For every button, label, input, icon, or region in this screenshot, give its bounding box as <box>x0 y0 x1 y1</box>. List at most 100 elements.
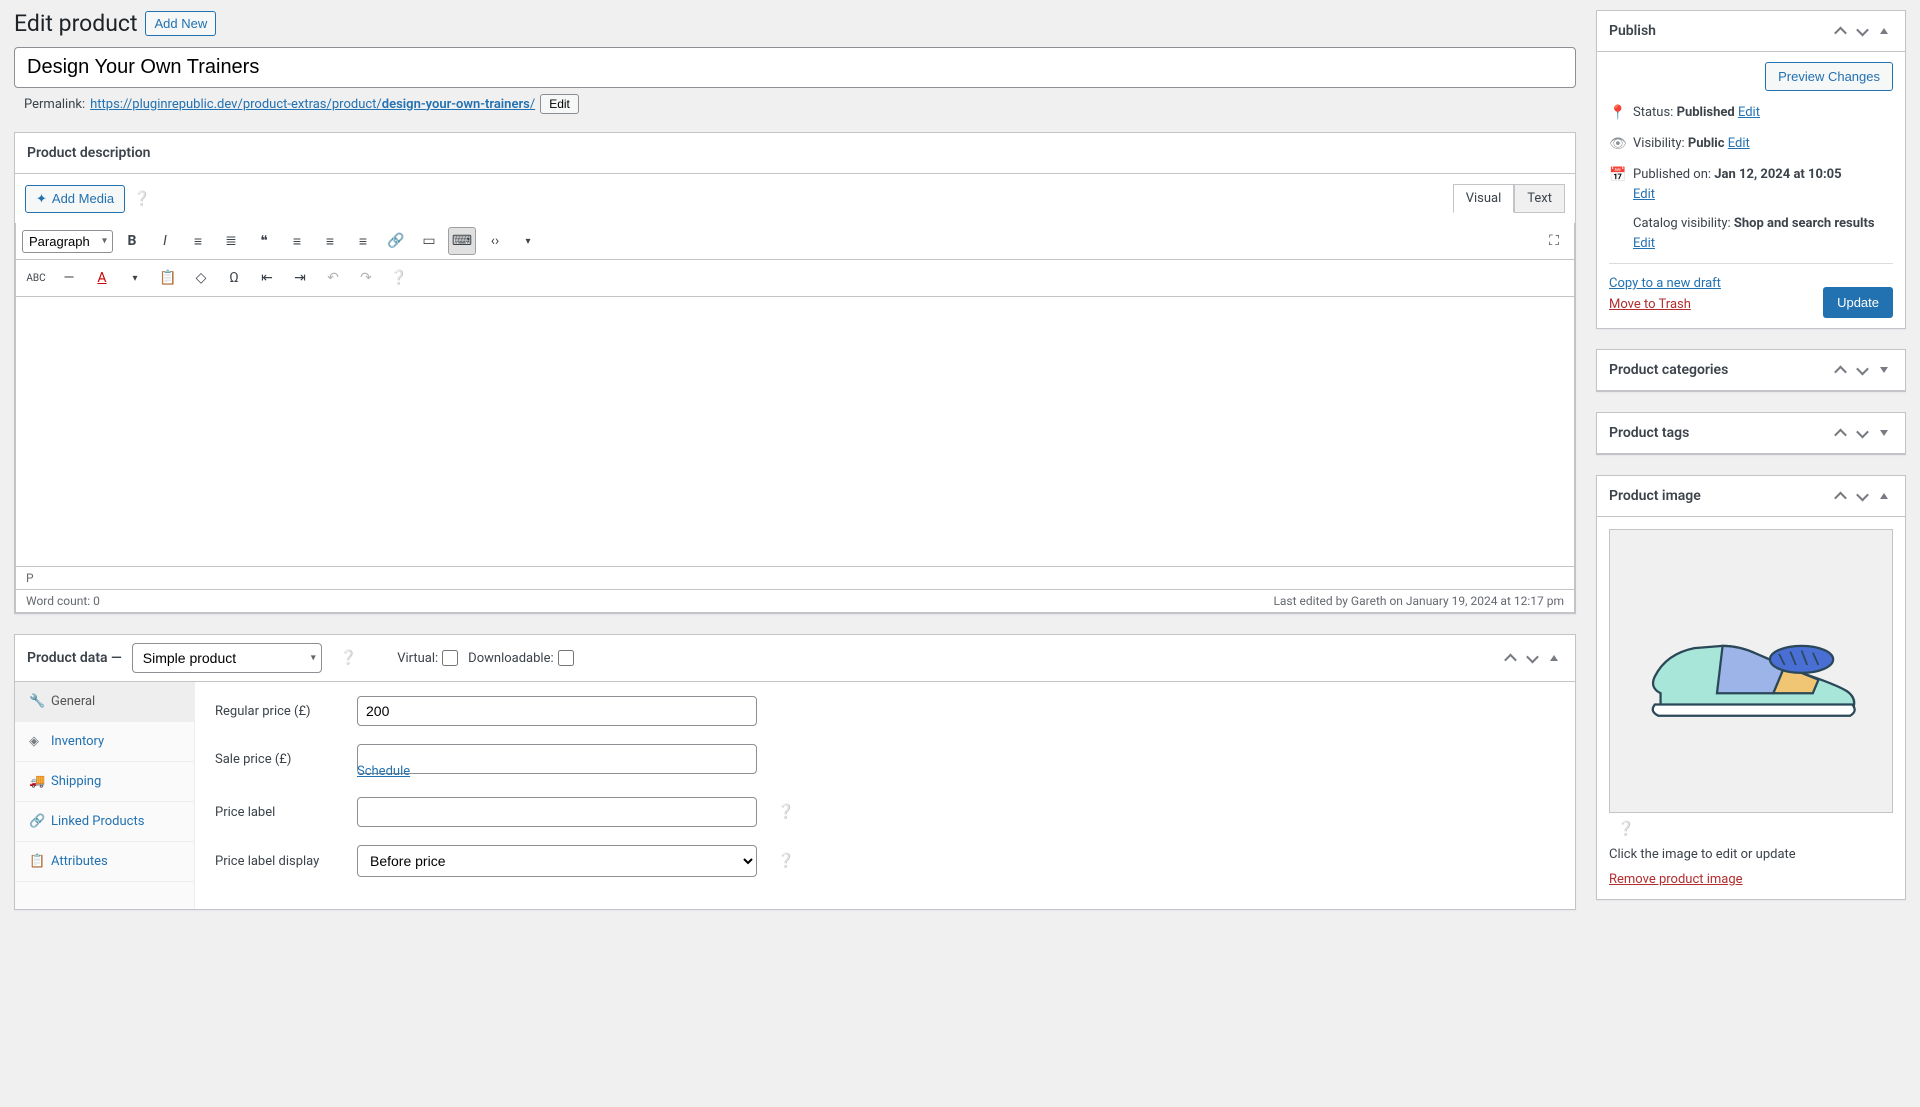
link-icon[interactable]: 🔗 <box>382 227 410 255</box>
move-down-icon[interactable] <box>1853 424 1871 442</box>
quote-icon[interactable]: ❝ <box>250 227 278 255</box>
tab-inventory[interactable]: ◈Inventory <box>15 722 194 762</box>
help-icon[interactable]: ❔ <box>340 650 357 666</box>
bullet-list-icon[interactable]: ≡ <box>184 227 212 255</box>
move-up-icon[interactable] <box>1831 424 1849 442</box>
media-icon: ✦ <box>36 191 47 207</box>
product-data-tabs: 🔧General ◈Inventory 🚚Shipping 🔗Linked Pr… <box>15 682 195 909</box>
code-icon[interactable]: ‹› <box>481 227 509 255</box>
toggle-icon[interactable] <box>1875 487 1893 505</box>
product-image-box: Product image <box>1596 475 1906 900</box>
paste-icon[interactable]: 📋 <box>154 264 182 292</box>
product-tags-box: Product tags <box>1596 412 1906 455</box>
page-header: Edit product Add New <box>14 10 1576 37</box>
tab-general[interactable]: 🔧General <box>15 682 194 722</box>
update-button[interactable]: Update <box>1823 287 1893 318</box>
toggle-icon[interactable] <box>1875 361 1893 379</box>
product-image-thumbnail[interactable] <box>1609 529 1893 813</box>
permalink-label: Permalink: <box>24 97 85 112</box>
align-left-icon[interactable]: ≡ <box>283 227 311 255</box>
edit-status-link[interactable]: Edit <box>1738 105 1760 120</box>
edit-visibility-link[interactable]: Edit <box>1728 136 1750 151</box>
downloadable-checkbox[interactable]: Downloadable: <box>468 650 573 666</box>
fullscreen-icon[interactable]: ⛶ <box>1540 227 1568 255</box>
editor-toolbar-1: Paragraph B I ≡ ≣ ❝ ≡ ≡ ≡ 🔗 ▭ ⌨ ‹› ▾ ⛶ <box>15 223 1575 260</box>
editor-path: P <box>16 567 1574 590</box>
tab-visual[interactable]: Visual <box>1453 184 1515 213</box>
clear-format-icon[interactable]: ◇ <box>187 264 215 292</box>
publish-heading: Publish <box>1609 11 1656 51</box>
editor-toolbar-2: ABC — A ▾ 📋 ◇ Ω ⇤ ⇥ ↶ ↷ ❔ <box>15 260 1575 297</box>
calendar-icon: 📅 <box>1609 165 1625 186</box>
help-icon[interactable]: ❔ <box>385 264 413 292</box>
regular-price-input[interactable] <box>357 696 757 726</box>
undo-icon[interactable]: ↶ <box>319 264 347 292</box>
sale-price-input[interactable] <box>357 744 757 774</box>
help-icon[interactable]: ❔ <box>777 853 794 869</box>
move-to-trash-link[interactable]: Move to Trash <box>1609 297 1721 312</box>
truck-icon: 🚚 <box>29 774 43 789</box>
tab-attributes[interactable]: 📋Attributes <box>15 842 194 882</box>
hr-icon[interactable]: — <box>55 264 83 292</box>
align-right-icon[interactable]: ≡ <box>349 227 377 255</box>
move-up-icon[interactable] <box>1831 487 1849 505</box>
text-color-more-icon[interactable]: ▾ <box>121 264 149 292</box>
remove-image-link[interactable]: Remove product image <box>1609 872 1743 887</box>
edit-published-link[interactable]: Edit <box>1633 187 1655 202</box>
product-title-input[interactable] <box>14 47 1576 88</box>
add-media-button[interactable]: ✦ Add Media <box>25 185 125 213</box>
publish-box: Publish Preview Changes 📍 Status: Publis… <box>1596 10 1906 329</box>
numbered-list-icon[interactable]: ≣ <box>217 227 245 255</box>
indent-icon[interactable]: ⇥ <box>286 264 314 292</box>
strikethrough-icon[interactable]: ABC <box>22 264 50 292</box>
virtual-checkbox[interactable]: Virtual: <box>397 650 458 666</box>
italic-icon[interactable]: I <box>151 227 179 255</box>
move-down-icon[interactable] <box>1523 649 1541 667</box>
toggle-icon[interactable] <box>1545 649 1563 667</box>
move-up-icon[interactable] <box>1831 361 1849 379</box>
toolbar-toggle-icon[interactable]: ⌨ <box>448 227 476 255</box>
add-new-button[interactable]: Add New <box>145 11 216 36</box>
format-select[interactable]: Paragraph <box>22 230 113 253</box>
help-icon[interactable]: ❔ <box>777 804 794 820</box>
copy-draft-link[interactable]: Copy to a new draft <box>1609 276 1721 291</box>
bold-icon[interactable]: B <box>118 227 146 255</box>
permalink-edit-button[interactable]: Edit <box>540 94 579 114</box>
move-down-icon[interactable] <box>1853 361 1871 379</box>
preview-changes-button[interactable]: Preview Changes <box>1765 62 1893 91</box>
align-center-icon[interactable]: ≡ <box>316 227 344 255</box>
toggle-icon[interactable] <box>1875 424 1893 442</box>
price-label-display-select[interactable]: Before price <box>357 845 757 877</box>
sale-price-label: Sale price (£) <box>215 752 345 767</box>
price-label-input[interactable] <box>357 797 757 827</box>
image-heading: Product image <box>1609 476 1701 516</box>
eye-icon: 👁 <box>1609 134 1625 155</box>
readmore-icon[interactable]: ▭ <box>415 227 443 255</box>
product-description-box: Product description ✦ Add Media ❔ Visual… <box>14 132 1576 614</box>
more-icon[interactable]: ▾ <box>514 227 542 255</box>
permalink-url[interactable]: https://pluginrepublic.dev/product-extra… <box>90 97 535 112</box>
toggle-icon[interactable] <box>1875 22 1893 40</box>
help-icon[interactable]: ❔ <box>133 191 150 207</box>
move-down-icon[interactable] <box>1853 22 1871 40</box>
move-up-icon[interactable] <box>1501 649 1519 667</box>
tab-text[interactable]: Text <box>1514 184 1565 213</box>
tab-linked-products[interactable]: 🔗Linked Products <box>15 802 194 842</box>
edit-catalog-link[interactable]: Edit <box>1633 236 1655 251</box>
product-type-select[interactable]: Simple product <box>132 643 322 673</box>
tab-shipping[interactable]: 🚚Shipping <box>15 762 194 802</box>
product-data-box: Product data — Simple product ❔ Virtual:… <box>14 634 1576 910</box>
move-up-icon[interactable] <box>1831 22 1849 40</box>
move-down-icon[interactable] <box>1853 487 1871 505</box>
text-color-icon[interactable]: A <box>88 264 116 292</box>
redo-icon[interactable]: ↷ <box>352 264 380 292</box>
outdent-icon[interactable]: ⇤ <box>253 264 281 292</box>
product-data-heading: Product data — <box>27 650 122 666</box>
tags-heading: Product tags <box>1609 413 1689 453</box>
help-icon[interactable]: ❔ <box>1617 821 1634 837</box>
wrench-icon: 🔧 <box>29 694 43 709</box>
editor-content[interactable] <box>15 297 1575 567</box>
special-char-icon[interactable]: Ω <box>220 264 248 292</box>
list-icon: 📋 <box>29 854 43 869</box>
price-label-display-label: Price label display <box>215 854 345 869</box>
